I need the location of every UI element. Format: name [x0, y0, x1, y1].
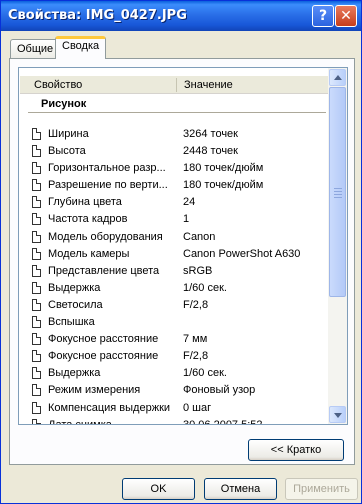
property-value: 30.06.2007 5:52 [183, 418, 263, 425]
property-name: Фокусное расстояние [48, 333, 159, 346]
list-header: Свойство Значение [20, 76, 328, 94]
property-name: Выдержка [48, 367, 101, 380]
list-item[interactable]: Фокусное расстояние F/2,8 [19, 348, 327, 365]
property-name: Частота кадров [48, 213, 128, 226]
properties-list[interactable]: Свойство Значение Рисунок Ширина 3264 точ… [18, 67, 348, 425]
document-icon [32, 179, 41, 192]
property-value: 180 точек/дюйм [183, 162, 264, 175]
document-icon [32, 333, 41, 346]
list-item[interactable]: Светосила F/2,8 [19, 297, 327, 314]
property-name: Фокусное расстояние [48, 350, 159, 363]
list-item[interactable]: Модель оборудования Canon [19, 229, 327, 246]
list-item[interactable]: Вспышка [19, 314, 327, 331]
cancel-button[interactable]: Отмена [204, 478, 277, 500]
list-item[interactable]: Частота кадров 1 [19, 211, 327, 228]
title-bar[interactable]: Свойства: IMG_0427.JPG ? ✕ [1, 1, 361, 31]
property-value: 1 [183, 213, 190, 226]
property-value: 24 [183, 196, 196, 209]
list-item[interactable]: Модель камеры Canon PowerShot A630 [19, 246, 327, 263]
property-value: sRGB [183, 264, 213, 277]
property-value: F/2,8 [183, 350, 209, 363]
list-item[interactable]: Компенсация выдержки 0 шаг [19, 400, 327, 417]
property-name: Горизонтальное разр... [48, 162, 166, 175]
list-item[interactable]: Выдержка 1/60 сек. [19, 280, 327, 297]
document-icon [32, 213, 41, 226]
group-title: Рисунок [41, 98, 87, 110]
brief-button[interactable]: << Кратко [248, 439, 344, 461]
property-name: Компенсация выдержки [48, 401, 171, 414]
document-icon [32, 162, 41, 175]
document-icon [32, 401, 41, 414]
property-value: 3264 точек [183, 128, 238, 140]
thumb-grip [334, 194, 342, 195]
list-item[interactable]: Горизонтальное разр... 180 точек/дюйм [19, 160, 327, 177]
close-button[interactable]: ✕ [335, 5, 357, 27]
document-icon [32, 145, 41, 158]
document-icon [32, 298, 41, 311]
property-name: Ширина [48, 128, 89, 140]
property-name: Дата снимка [48, 418, 112, 425]
list-item[interactable]: Разрешение по верти... 180 точек/дюйм [19, 177, 327, 194]
property-value: Canon PowerShot A630 [183, 247, 301, 260]
column-header-value[interactable]: Значение [184, 79, 233, 91]
property-name: Выдержка [48, 281, 101, 294]
list-item[interactable]: Выдержка 1/60 сек. [19, 365, 327, 382]
property-value: 0 шаг [183, 401, 212, 414]
property-value: F/2,8 [183, 298, 209, 311]
help-button[interactable]: ? [312, 5, 334, 27]
property-value: Canon [183, 230, 216, 243]
scroll-thumb[interactable] [329, 87, 346, 297]
scroll-down-arrow-icon[interactable] [329, 406, 346, 423]
list-item[interactable]: Глубина цвета 24 [19, 194, 327, 211]
document-icon [32, 418, 41, 424]
document-icon [32, 196, 41, 209]
group-divider [28, 112, 326, 113]
document-icon [32, 316, 41, 329]
thumb-grip [334, 197, 342, 198]
column-divider[interactable] [176, 78, 177, 92]
list-item[interactable]: Дата снимка 30.06.2007 5:52 [19, 417, 327, 425]
list-item[interactable]: Высота 2448 точек [19, 143, 327, 160]
property-name: Разрешение по верти... [48, 179, 168, 192]
property-name: Представление цвета [48, 264, 160, 277]
column-header-property[interactable]: Свойство [34, 79, 82, 91]
document-icon [32, 247, 41, 260]
document-icon [32, 128, 41, 140]
tab-general[interactable]: Общие [10, 39, 61, 59]
scroll-up-arrow-icon[interactable] [329, 69, 346, 86]
properties-dialog: Свойства: IMG_0427.JPG ? ✕ Общие Сводка … [0, 0, 362, 504]
property-name: Высота [48, 145, 86, 158]
property-name: Светосила [48, 298, 103, 311]
vertical-scrollbar[interactable] [328, 68, 347, 424]
property-name: Модель оборудования [48, 230, 163, 243]
property-name: Модель камеры [48, 247, 130, 260]
list-item[interactable]: Представление цвета sRGB [19, 263, 327, 280]
window-title: Свойства: IMG_0427.JPG [8, 8, 187, 23]
ok-button[interactable]: OK [122, 478, 195, 500]
tab-summary[interactable]: Сводка [55, 36, 107, 59]
property-value: 180 точек/дюйм [183, 179, 264, 192]
property-value: 7 мм [183, 333, 208, 346]
list-item[interactable]: Ширина 3264 точек [19, 126, 327, 143]
property-rows: Ширина 3264 точек Высота 2448 точек Горизонт… [19, 126, 327, 425]
property-value: 1/60 сек. [183, 281, 227, 294]
property-name: Глубина цвета [48, 196, 122, 209]
document-icon [32, 230, 41, 243]
property-value: 2448 точек [183, 145, 238, 158]
list-item[interactable]: Фокусное расстояние 7 мм [19, 331, 327, 348]
property-name: Режим измерения [48, 384, 141, 397]
document-icon [32, 384, 41, 397]
property-name: Вспышка [48, 316, 95, 329]
list-item[interactable]: Режим измерения Фоновый узор [19, 382, 327, 399]
document-icon [32, 367, 41, 380]
property-value: 1/60 сек. [183, 367, 227, 380]
document-icon [32, 350, 41, 363]
apply-button[interactable]: Применить [285, 478, 358, 500]
property-value: Фоновый узор [183, 384, 256, 397]
document-icon [32, 264, 41, 277]
thumb-grip [334, 191, 342, 192]
document-icon [32, 281, 41, 294]
thumb-grip [334, 188, 342, 189]
